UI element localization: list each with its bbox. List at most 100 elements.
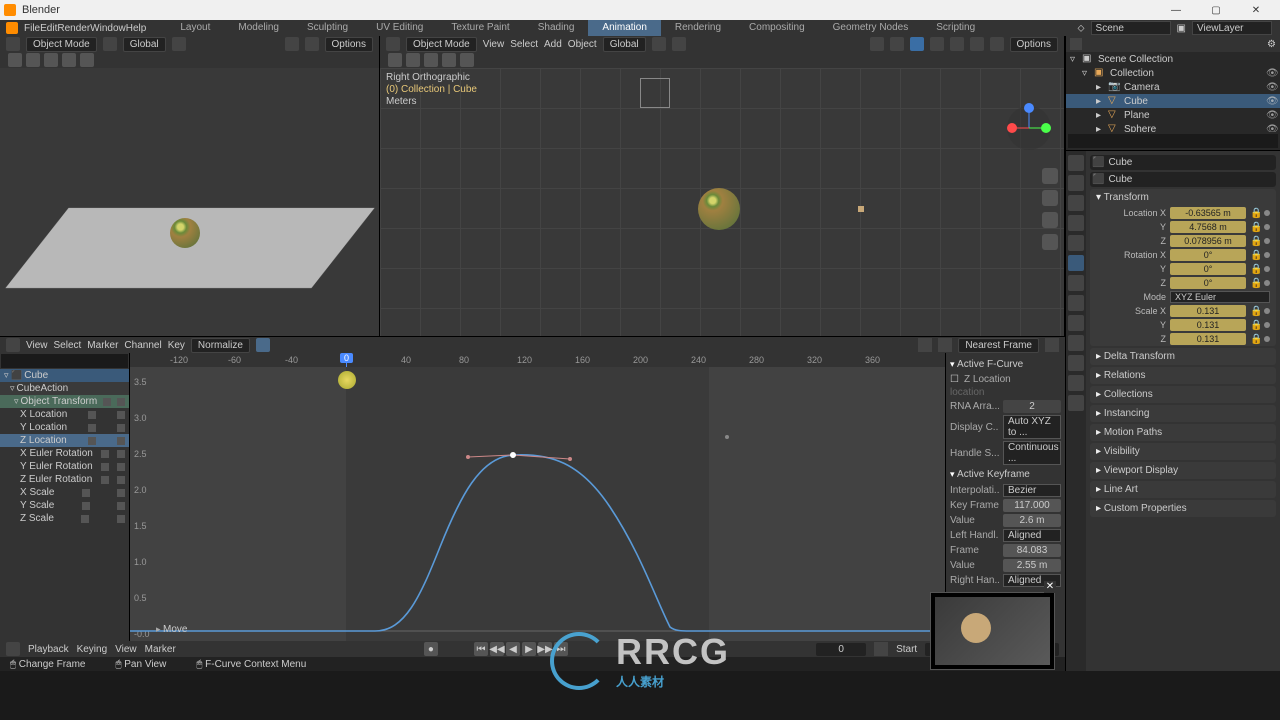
ge-menu-marker[interactable]: Marker — [87, 340, 118, 351]
current-frame-field[interactable]: 0 — [816, 643, 866, 656]
autokey-toggle[interactable]: ● — [424, 642, 438, 656]
rot-mode-dropdown[interactable]: XYZ Euler — [1170, 291, 1270, 303]
panel-custom[interactable]: ▸ Custom Properties — [1090, 500, 1276, 517]
shading-matprev-icon[interactable] — [970, 37, 984, 51]
tab-texture[interactable] — [1068, 395, 1084, 411]
section-fcurve[interactable]: ▾ Active F-Curve — [950, 357, 1061, 372]
left-handle-dropdown[interactable]: Aligned — [1003, 529, 1061, 542]
tab-physics[interactable] — [1068, 315, 1084, 331]
gizmo-toggle-icon[interactable] — [870, 37, 884, 51]
menu-help[interactable]: Help — [126, 23, 147, 34]
scene-field[interactable]: Scene — [1091, 21, 1171, 35]
menu-file[interactable]: File — [24, 23, 40, 34]
handle-smoothing-dropdown[interactable]: Continuous ... — [1003, 441, 1061, 465]
tab-world[interactable] — [1068, 235, 1084, 251]
editor-type-icon[interactable] — [386, 37, 400, 51]
tab-animation[interactable]: Animation — [588, 20, 660, 36]
tool-rotate[interactable] — [442, 53, 456, 67]
editor-type-icon[interactable] — [1070, 38, 1082, 50]
overlay-toggle-icon[interactable] — [890, 37, 904, 51]
shading-rendered-icon[interactable] — [990, 37, 1004, 51]
zoom-icon[interactable] — [1042, 168, 1058, 184]
tab-layout[interactable]: Layout — [166, 20, 224, 36]
snap-icon[interactable] — [652, 37, 666, 51]
rot-y-field[interactable]: 0° — [1170, 263, 1246, 275]
orient-dropdown-right[interactable]: Global — [603, 37, 646, 52]
menu-window[interactable]: Window — [90, 23, 126, 34]
tab-particles[interactable] — [1068, 295, 1084, 311]
editor-type-icon[interactable] — [6, 338, 20, 352]
ge-menu-select[interactable]: Select — [54, 340, 82, 351]
prev-key-button[interactable]: ◀◀ — [490, 642, 504, 656]
loc-y-field[interactable]: 4.7568 m — [1170, 221, 1246, 233]
tab-compositing[interactable]: Compositing — [735, 20, 819, 36]
channel-zrot[interactable]: Z Euler Rotation — [0, 473, 129, 486]
pivot-icon[interactable] — [103, 37, 117, 51]
interpolation-dropdown[interactable]: Bezier — [1003, 484, 1061, 497]
proportional-icon[interactable] — [672, 37, 686, 51]
tl-menu-view[interactable]: View — [115, 644, 137, 655]
xray-icon[interactable] — [910, 37, 924, 51]
frame-ruler[interactable]: -120 -60 -40 0 40 80 120 160 200 240 280… — [130, 353, 945, 367]
rot-z-field[interactable]: 0° — [1170, 277, 1246, 289]
menu-edit[interactable]: Edit — [40, 23, 57, 34]
panel-delta[interactable]: ▸ Delta Transform — [1090, 348, 1276, 365]
vp-left-canvas[interactable] — [0, 68, 379, 336]
mode-dropdown-left[interactable]: Object Mode — [26, 37, 97, 52]
options-dropdown-right[interactable]: Options — [1010, 37, 1058, 52]
left-handle-frame[interactable]: 84.083 — [1003, 544, 1061, 557]
panel-motionpaths[interactable]: ▸ Motion Paths — [1090, 424, 1276, 441]
normalize-icon[interactable] — [256, 338, 270, 352]
proportional-icon[interactable] — [1045, 338, 1059, 352]
tool-select[interactable] — [8, 53, 22, 67]
tool-scale[interactable] — [80, 53, 94, 67]
ge-menu-view[interactable]: View — [26, 340, 48, 351]
tool-rotate[interactable] — [62, 53, 76, 67]
play-rev-button[interactable]: ◀ — [506, 642, 520, 656]
display-color-dropdown[interactable]: Auto XYZ to ... — [1003, 415, 1061, 439]
tab-data[interactable] — [1068, 355, 1084, 371]
channel-yloc[interactable]: Y Location — [0, 421, 129, 434]
panel-viewport[interactable]: ▸ Viewport Display — [1090, 462, 1276, 479]
tool-move[interactable] — [424, 53, 438, 67]
filter-icon[interactable] — [938, 338, 952, 352]
tab-render[interactable] — [1068, 155, 1084, 171]
menu-add[interactable]: Add — [544, 39, 562, 50]
panel-visibility[interactable]: ▸ Visibility — [1090, 443, 1276, 460]
outliner-search[interactable] — [1068, 134, 1278, 148]
webcam-close-button[interactable]: ✕ — [1044, 581, 1056, 593]
rot-x-field[interactable]: 0° — [1170, 249, 1246, 261]
channel-yscale[interactable]: Y Scale — [0, 499, 129, 512]
snap-dropdown[interactable]: Nearest Frame — [958, 338, 1039, 353]
scale-y-field[interactable]: 0.131 — [1170, 319, 1246, 331]
loc-x-field[interactable]: -0.63565 m — [1170, 207, 1246, 219]
editor-type-icon[interactable] — [6, 642, 20, 656]
pan-icon[interactable] — [1042, 190, 1058, 206]
ge-menu-channel[interactable]: Channel — [124, 340, 161, 351]
keyframe-frame-field[interactable]: 117.000 — [1003, 499, 1061, 512]
tab-modeling[interactable]: Modeling — [224, 20, 293, 36]
loc-z-field[interactable]: 0.078956 m — [1170, 235, 1246, 247]
left-handle-value[interactable]: 2.55 m — [1003, 559, 1061, 572]
minimize-button[interactable]: — — [1156, 0, 1196, 20]
vp-right-canvas[interactable]: Right Orthographic (0) Collection | Cube… — [380, 68, 1064, 336]
nav-gizmo[interactable] — [1004, 103, 1054, 153]
panel-instancing[interactable]: ▸ Instancing — [1090, 405, 1276, 422]
prop-crumb-2[interactable]: ⬛Cube — [1090, 172, 1276, 187]
tab-viewlayer[interactable] — [1068, 195, 1084, 211]
tree-action[interactable]: ▿ CubeAction — [0, 382, 129, 395]
channel-xscale[interactable]: X Scale — [0, 486, 129, 499]
outliner-collection[interactable]: ▿▣Collection👁 — [1066, 66, 1280, 80]
orient-dropdown-left[interactable]: Global — [123, 37, 166, 52]
close-button[interactable]: ✕ — [1236, 0, 1276, 20]
tab-sculpting[interactable]: Sculpting — [293, 20, 362, 36]
tl-menu-keying[interactable]: Keying — [77, 644, 108, 655]
tab-scripting[interactable]: Scripting — [922, 20, 989, 36]
tab-material[interactable] — [1068, 375, 1084, 391]
transform-header[interactable]: ▾ Transform — [1090, 189, 1276, 206]
tab-scene[interactable] — [1068, 215, 1084, 231]
persp-icon[interactable] — [1042, 234, 1058, 250]
outliner-plane[interactable]: ▸▽Plane👁 — [1066, 108, 1280, 122]
tab-uv[interactable]: UV Editing — [362, 20, 437, 36]
options-dropdown-left[interactable]: Options — [325, 37, 373, 52]
